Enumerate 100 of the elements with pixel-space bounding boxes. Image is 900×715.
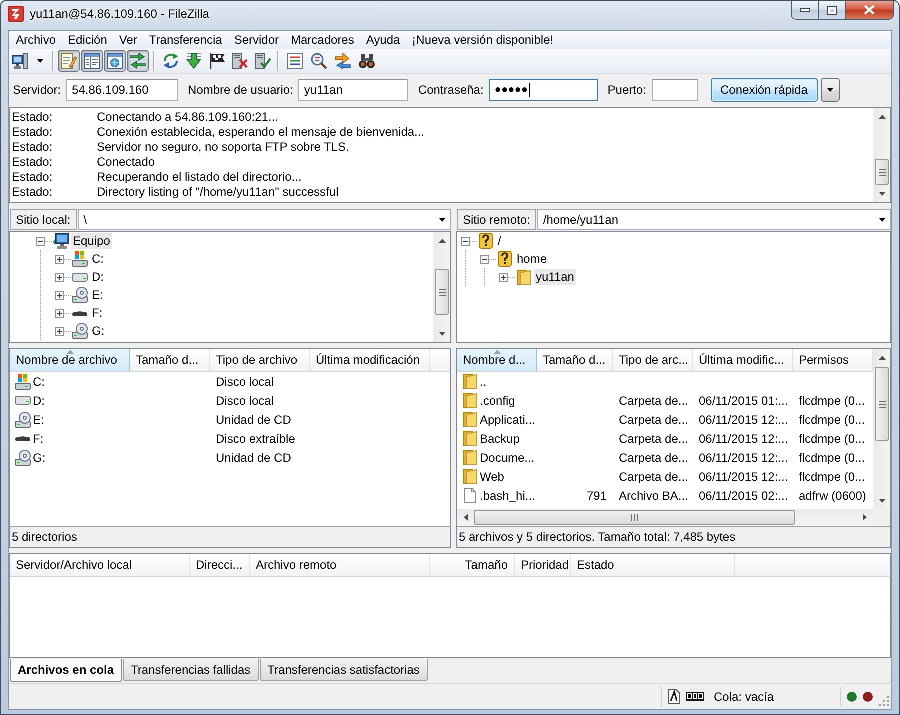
scroll-right-icon[interactable] [862,514,866,521]
column-header[interactable]: Tamaño d... [537,349,613,371]
plus-box-icon[interactable] [55,326,64,336]
tree-item-label[interactable]: C: [90,251,106,267]
minimize-button[interactable] [791,1,819,20]
quick-connect-button[interactable]: Conexión rápida [710,78,818,102]
sync-arrows-icon[interactable] [335,53,351,69]
scroll-up-icon[interactable] [879,114,886,118]
column-header[interactable]: Archivo remoto [250,554,430,576]
table-cell: flcdmpe (0... [799,412,866,426]
menu-item[interactable]: Transferencia [143,32,228,48]
caret-icon[interactable] [439,218,446,222]
table-cell: Carpeta de... [619,450,688,464]
scroll-down-icon[interactable] [879,192,886,196]
table-cell: Disco local [216,394,274,408]
binoculars-icon[interactable] [359,53,375,69]
column-header[interactable]: Tipo de archivo [210,349,310,371]
scroll-up-icon[interactable] [879,356,886,360]
scroll-thumb[interactable] [435,269,449,315]
view-toggle-button[interactable] [58,50,80,72]
flag-icon[interactable] [208,53,224,69]
password-field[interactable]: ●●●●● [488,79,598,101]
minus-box-icon[interactable] [480,254,489,264]
log-label: Estado: [12,124,54,138]
menu-item[interactable]: Ayuda [360,32,406,48]
column-header[interactable]: Tamaño d... [130,349,210,371]
menu-item[interactable]: Marcadores [285,32,360,48]
maximize-button[interactable] [819,1,846,20]
minus-box-icon[interactable] [461,236,470,246]
tree-item-label[interactable]: Equipo [71,233,112,249]
scroll-up-icon[interactable] [439,238,446,242]
menu-item[interactable]: Edición [62,32,114,48]
down-arrows-icon[interactable] [186,53,202,69]
close-button[interactable] [846,1,894,20]
column-header[interactable]: Última modificación [310,349,430,371]
tree-item-label[interactable]: G: [90,323,107,339]
column-header[interactable]: Nombre de archivo [10,349,130,371]
resize-grip-icon[interactable] [879,696,890,707]
tree-item-label[interactable]: / [496,233,504,249]
port-field[interactable] [652,79,698,101]
scroll-thumb[interactable] [875,159,889,185]
view-toggle-button[interactable] [81,50,103,72]
dropdown-button[interactable] [820,78,840,102]
menu-item[interactable]: Archivo [10,32,62,48]
column-header[interactable]: Última modific... [693,349,793,371]
question-mark-icon [478,233,492,249]
refresh-icon[interactable] [162,53,178,69]
tab[interactable]: Transferencias satisfactorias [260,659,428,681]
tab[interactable]: Archivos en cola [10,659,122,682]
server-cross-icon[interactable] [232,53,248,69]
site-label: Sitio local: [10,209,77,230]
column-header[interactable]: Direcci... [190,554,250,576]
plus-box-icon[interactable] [55,272,64,282]
caret-icon[interactable] [879,218,886,222]
folder-icon [462,412,476,427]
field-label: Contraseña: [418,83,484,97]
minus-box-icon[interactable] [36,236,45,246]
scroll-left-icon[interactable] [464,514,468,521]
tree-item-label[interactable]: D: [90,269,106,285]
plus-box-icon[interactable] [499,272,508,282]
view-toggle-button[interactable] [127,50,149,72]
menu-item[interactable]: Servidor [228,32,285,48]
table-cell: flcdmpe (0... [799,450,866,464]
username-field[interactable]: yu11an [298,79,408,101]
log-label: Estado: [12,170,54,184]
table-cell: 791 [586,488,607,502]
scroll-thumb[interactable] [474,510,795,525]
menu-item[interactable]: ¡Nueva versión disponible! [406,32,560,48]
column-header[interactable]: Nombre d... [457,349,537,371]
tab[interactable]: Transferencias fallidas [123,659,259,681]
column-header[interactable]: Prioridad [515,554,571,576]
log-message: Directory listing of "/home/yu11an" successful [97,184,339,198]
host-field[interactable]: 54.86.109.160 [66,79,178,101]
tree-item-label[interactable]: home [515,251,550,267]
plus-box-icon[interactable] [55,308,64,318]
tree-item-label[interactable]: F: [90,305,105,321]
path-combo[interactable]: \ [78,209,451,230]
scroll-down-icon[interactable] [879,498,886,502]
plus-box-icon[interactable] [55,290,64,300]
check-server-icon[interactable] [254,53,270,69]
scroll-thumb[interactable] [875,367,889,441]
tree-item-label[interactable]: yu11an [534,269,576,285]
menu-item[interactable]: Ver [113,32,144,48]
plus-box-icon[interactable] [55,254,64,264]
column-header[interactable]: Estado [571,554,735,576]
folder-icon [462,450,476,465]
column-header[interactable]: Tamaño [430,554,515,576]
view-toggle-button[interactable] [104,50,126,72]
list-filter-icon[interactable] [287,53,303,69]
caret-icon[interactable] [826,88,834,92]
scroll-down-icon[interactable] [439,332,446,336]
column-header[interactable]: Servidor/Archivo local [10,554,190,576]
column-header[interactable]: Tipo de arc... [613,349,693,371]
computer-icon[interactable] [12,53,28,69]
caret-icon[interactable] [36,59,44,63]
file-name: Backup [480,432,520,446]
table-cell: Archivo BA... [619,488,688,502]
magnifier-icon[interactable] [311,53,327,69]
tree-item-label[interactable]: E: [90,287,106,303]
path-combo[interactable]: /home/yu11an [537,209,891,230]
